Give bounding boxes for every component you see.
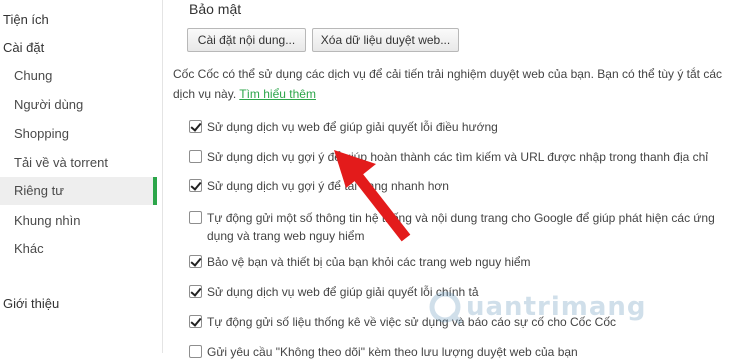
sidebar-item-users[interactable]: Người dùng — [0, 91, 157, 119]
sidebar-divider — [162, 0, 163, 353]
sidebar-item-downloads[interactable]: Tải về và torrent — [0, 149, 157, 177]
sidebar-item-general[interactable]: Chung — [0, 62, 157, 90]
search-suggestions-checkbox[interactable] — [189, 150, 202, 163]
description-line1: Cốc Cốc có thể sử dụng các dịch vụ để cả… — [173, 67, 723, 81]
sidebar-heading-extensions[interactable]: Tiện ích — [3, 12, 49, 27]
red-arrow-icon — [334, 150, 411, 242]
settings-sidebar: Tiện ích Cài đặt Chung Người dùng Shoppi… — [0, 0, 157, 353]
sidebar-heading-settings[interactable]: Cài đặt — [3, 40, 44, 55]
sidebar-heading-about[interactable]: Giới thiệu — [3, 296, 59, 311]
option-label[interactable]: Sử dụng dịch vụ gợi ý để tải trang nhanh… — [207, 177, 727, 195]
send-system-info-checkbox[interactable] — [189, 211, 202, 224]
do-not-track-checkbox[interactable] — [189, 345, 202, 358]
prefetch-checkbox[interactable] — [189, 179, 202, 192]
option-label[interactable]: Gửi yêu cầu "Không theo dõi" kèm theo lư… — [207, 343, 727, 361]
privacy-description: Cốc Cốc có thể sử dụng các dịch vụ để cả… — [173, 64, 729, 104]
content-settings-button[interactable]: Cài đặt nội dung... — [187, 28, 306, 52]
spelling-service-checkbox[interactable] — [189, 285, 202, 298]
section-title-security: Bảo mật — [189, 1, 242, 17]
option-label[interactable]: Sử dụng dịch vụ gợi ý để giúp hoàn thành… — [207, 148, 727, 166]
watermark-text: uantrimang — [466, 292, 647, 322]
learn-more-link[interactable]: Tìm hiểu thêm — [239, 87, 316, 101]
safe-browsing-checkbox[interactable] — [189, 255, 202, 268]
sidebar-item-other[interactable]: Khác — [0, 235, 157, 263]
option-label[interactable]: Sử dụng dịch vụ web để giúp giải quyết l… — [207, 118, 727, 136]
option-label[interactable]: Tự động gửi một số thông tin hệ thống và… — [207, 209, 727, 245]
logo-q-icon — [429, 291, 463, 325]
sidebar-item-appearance[interactable]: Khung nhìn — [0, 207, 157, 235]
option-label[interactable]: Bảo vệ bạn và thiết bị của bạn khỏi các … — [207, 253, 727, 271]
sidebar-item-privacy[interactable]: Riêng tư — [0, 177, 157, 205]
sidebar-item-shopping[interactable]: Shopping — [0, 120, 157, 148]
usage-stats-checkbox[interactable] — [189, 315, 202, 328]
quantrimang-watermark: uantrimang — [428, 290, 646, 330]
navigation-errors-checkbox[interactable] — [189, 120, 202, 133]
description-line2: dịch vụ này. — [173, 87, 240, 101]
clear-browsing-data-button[interactable]: Xóa dữ liệu duyệt web... — [312, 28, 459, 52]
